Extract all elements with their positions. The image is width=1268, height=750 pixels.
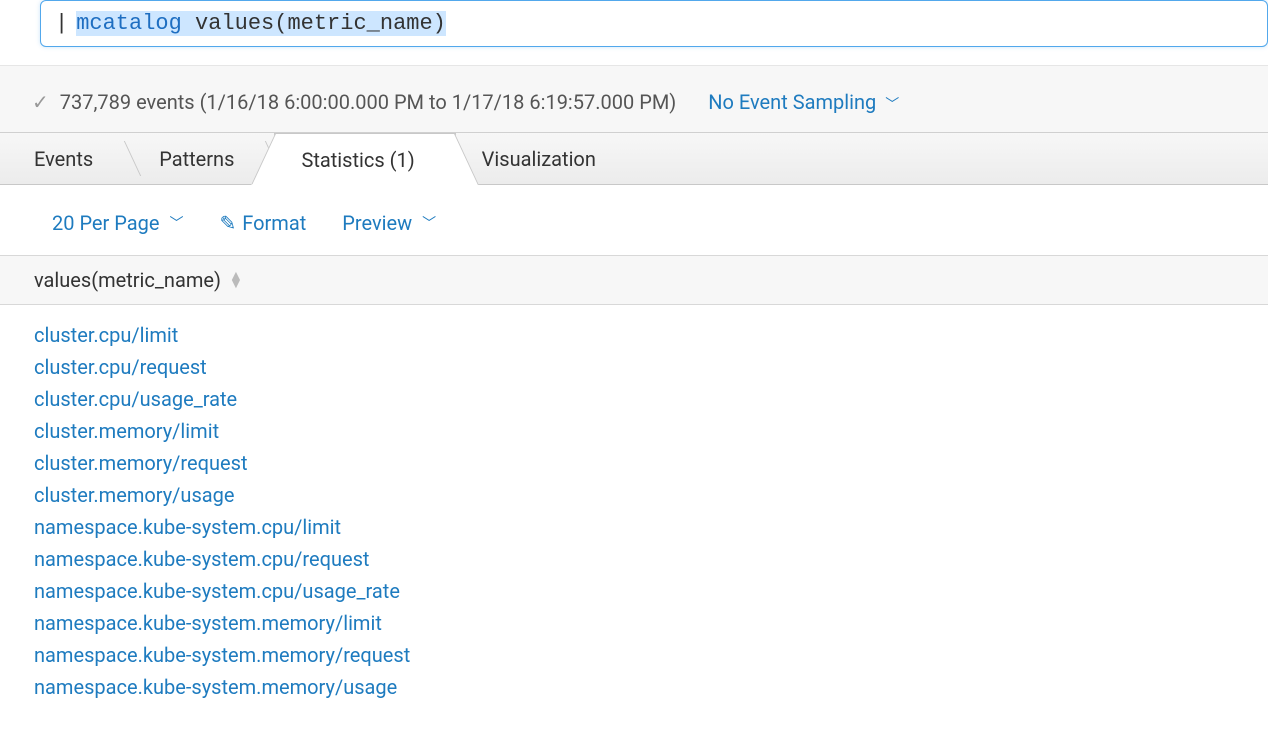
result-row[interactable]: namespace.kube-system.cpu/request (34, 543, 1268, 575)
search-query: mcatalog values(metric_name) (76, 11, 446, 36)
tab-events[interactable]: Events (8, 133, 133, 184)
result-row[interactable]: namespace.kube-system.memory/usage (34, 671, 1268, 703)
chevron-down-icon: ﹀ (422, 213, 436, 233)
chevron-down-icon: ﹀ (170, 213, 184, 233)
result-row[interactable]: cluster.memory/limit (34, 415, 1268, 447)
format-button[interactable]: ✎ Format (220, 211, 307, 235)
tab-patterns[interactable]: Patterns (133, 133, 274, 184)
result-row[interactable]: cluster.cpu/limit (34, 319, 1268, 351)
column-header-label: values(metric_name) (34, 268, 221, 292)
result-row[interactable]: namespace.kube-system.memory/request (34, 639, 1268, 671)
pipe-char: | (55, 11, 68, 36)
results-toolbar: 20 Per Page ﹀ ✎ Format Preview ﹀ (0, 185, 1268, 255)
result-row[interactable]: cluster.memory/usage (34, 479, 1268, 511)
events-text: 737,789 events (1/16/18 6:00:00.000 PM t… (60, 90, 677, 114)
search-bar[interactable]: | mcatalog values(metric_name) (40, 0, 1268, 47)
tab-visualization[interactable]: Visualization (456, 133, 636, 184)
per-page-dropdown[interactable]: 20 Per Page ﹀ (52, 211, 184, 235)
preview-dropdown[interactable]: Preview ﹀ (342, 211, 436, 235)
sort-icon: ▲▼ (229, 272, 243, 288)
result-row[interactable]: namespace.kube-system.memory/limit (34, 607, 1268, 639)
result-row[interactable]: cluster.cpu/request (34, 351, 1268, 383)
events-count: ✓ 737,789 events (1/16/18 6:00:00.000 PM… (32, 90, 676, 114)
sampling-label: No Event Sampling (708, 90, 876, 114)
result-row[interactable]: namespace.kube-system.cpu/usage_rate (34, 575, 1268, 607)
event-sampling-dropdown[interactable]: No Event Sampling ﹀ (708, 90, 899, 114)
results-list: cluster.cpu/limitcluster.cpu/requestclus… (0, 305, 1268, 703)
result-row[interactable]: cluster.cpu/usage_rate (34, 383, 1268, 415)
status-bar: ✓ 737,789 events (1/16/18 6:00:00.000 PM… (0, 65, 1268, 133)
column-header[interactable]: values(metric_name) ▲▼ (0, 255, 1268, 305)
tab-statistics[interactable]: Statistics (1) (274, 133, 455, 185)
chevron-down-icon: ﹀ (885, 97, 899, 113)
result-tabs: Events Patterns Statistics (1) Visualiza… (0, 133, 1268, 185)
result-row[interactable]: cluster.memory/request (34, 447, 1268, 479)
pencil-icon: ✎ (220, 211, 237, 235)
check-icon: ✓ (32, 90, 49, 114)
result-row[interactable]: namespace.kube-system.cpu/limit (34, 511, 1268, 543)
